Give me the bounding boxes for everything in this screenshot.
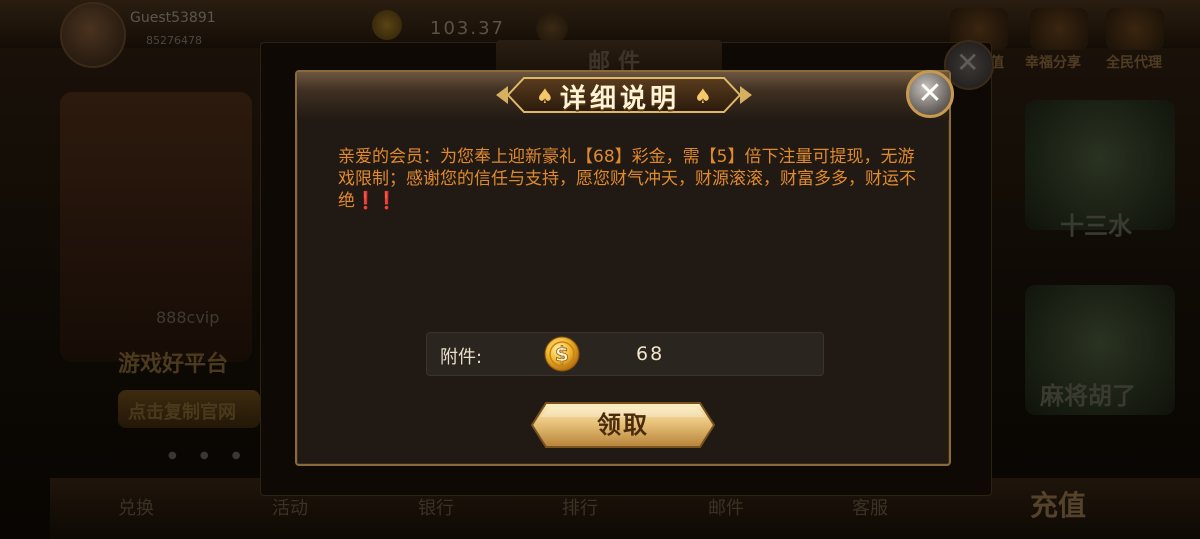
svg-text:$: $ [555, 342, 569, 366]
nav-service[interactable]: 客服 [852, 494, 888, 520]
copy-site-button[interactable]: 点击复制官网 [118, 390, 260, 428]
game-tile-mahjong-label: 麻将胡了 [1040, 382, 1136, 410]
attachment-bar [426, 332, 824, 376]
share-top-icon[interactable] [1030, 8, 1088, 50]
gold-coin-dollar-icon: $ [544, 336, 580, 372]
nav-bank[interactable]: 银行 [418, 494, 454, 520]
recharge-button[interactable]: 充值 [1030, 484, 1086, 524]
promo-title: 游戏好平台 [118, 352, 229, 377]
close-x-icon: ✕ [917, 76, 943, 111]
spade-right-icon: ♠ [694, 84, 712, 108]
agent-top-icon[interactable] [1106, 8, 1164, 50]
player-name: Guest53891 [130, 10, 216, 26]
close-button[interactable]: ✕ [906, 70, 954, 118]
claim-label: 领取 [597, 411, 649, 439]
nav-mail[interactable]: 邮件 [708, 494, 744, 520]
promo-site: 888cvip [156, 308, 220, 327]
spade-left-icon: ♠ [536, 84, 554, 108]
balance-amount: 103.37 [430, 18, 505, 39]
mail-message: 亲爱的会员：为您奉上迎新豪礼【68】彩金，需【5】倍下注量可提现，无游戏限制；感… [338, 147, 916, 211]
top-action-agent[interactable]: 全民代理 [1106, 52, 1162, 72]
nav-rank[interactable]: 排行 [562, 494, 598, 520]
dialog-title: 详细说明 [560, 84, 681, 114]
balance-coin-icon [372, 10, 402, 40]
copy-site-label: 点击复制官网 [128, 402, 236, 423]
player-avatar[interactable] [60, 2, 126, 68]
attachment-label: 附件: [440, 347, 483, 368]
nav-exchange[interactable]: 兑换 [118, 494, 154, 520]
game-tile-thirteen-label: 十三水 [1060, 212, 1132, 240]
nav-activity[interactable]: 活动 [272, 494, 308, 520]
player-id: 85276478 [146, 34, 202, 47]
carousel-dots: ● ● ● [168, 450, 251, 461]
mail-close-icon: ✕ [956, 46, 980, 79]
claim-button[interactable]: 领取 [530, 400, 716, 450]
top-action-share[interactable]: 幸福分享 [1025, 52, 1081, 72]
attachment-amount: 68 [636, 343, 665, 365]
gold-coin-svg: $ [544, 336, 580, 372]
